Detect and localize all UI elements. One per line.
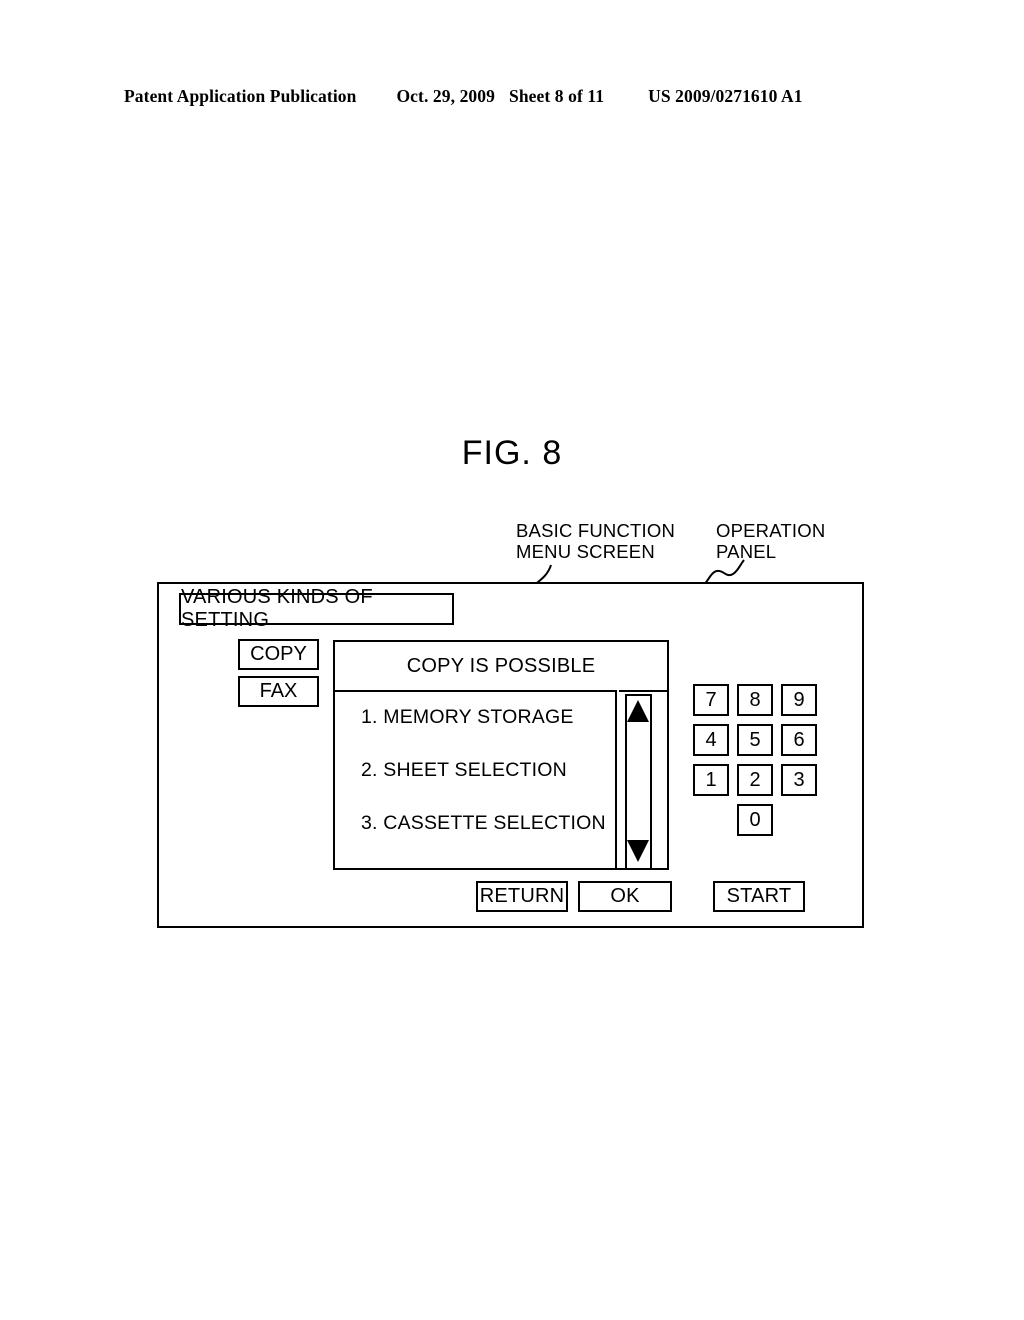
menu-scrollbar[interactable] — [619, 690, 667, 870]
callout-operation-panel: OPERATION PANEL — [716, 520, 826, 562]
ok-button-label: OK — [610, 885, 640, 907]
keypad-row: 7 8 9 — [693, 684, 817, 716]
keypad-row: 1 2 3 — [693, 764, 817, 796]
operation-panel: VARIOUS KINDS OF SETTING COPY FAX COPY I… — [157, 582, 864, 928]
various-kinds-of-setting-box[interactable]: VARIOUS KINDS OF SETTING — [179, 586, 454, 631]
keypad-row: 0 — [693, 804, 817, 836]
return-button[interactable]: RETURN — [476, 881, 568, 912]
key-0[interactable]: 0 — [737, 804, 773, 836]
menu-item-list[interactable]: 1. MEMORY STORAGE 2. SHEET SELECTION 3. … — [335, 690, 617, 870]
copy-mode-button-label: COPY — [250, 643, 307, 665]
menu-item[interactable]: 2. SHEET SELECTION — [361, 759, 615, 782]
various-kinds-of-setting-label: VARIOUS KINDS OF SETTING — [181, 586, 373, 631]
key-2[interactable]: 2 — [737, 764, 773, 796]
menu-item[interactable]: 3. CASSETTE SELECTION — [361, 812, 615, 835]
menu-item[interactable]: 1. MEMORY STORAGE — [361, 706, 615, 729]
patent-page-header: Patent Application Publication Oct. 29, … — [124, 86, 900, 114]
key-7[interactable]: 7 — [693, 684, 729, 716]
publication-label: Patent Application Publication — [124, 86, 357, 106]
keypad-row: 4 5 6 — [693, 724, 817, 756]
key-3[interactable]: 3 — [781, 764, 817, 796]
callout-basic-function-menu-screen: BASIC FUNCTION MENU SCREEN — [516, 520, 676, 562]
copy-mode-button[interactable]: COPY — [238, 639, 319, 670]
publication-date: Oct. 29, 2009 — [396, 86, 495, 106]
fax-mode-button-label: FAX — [259, 680, 298, 702]
ok-button[interactable]: OK — [578, 881, 672, 912]
figure-title: FIG. 8 — [461, 434, 563, 472]
key-6[interactable]: 6 — [781, 724, 817, 756]
start-button[interactable]: START — [713, 881, 805, 912]
key-8[interactable]: 8 — [737, 684, 773, 716]
start-button-label: START — [726, 885, 792, 907]
basic-function-menu-screen: COPY IS POSSIBLE 1. MEMORY STORAGE 2. SH… — [333, 640, 669, 870]
sheet-number: Sheet 8 of 11 — [508, 86, 605, 106]
key-9[interactable]: 9 — [781, 684, 817, 716]
fax-mode-button[interactable]: FAX — [238, 676, 319, 707]
menu-status-title: COPY IS POSSIBLE — [335, 642, 667, 690]
numeric-keypad: 7 8 9 4 5 6 1 2 3 0 — [693, 684, 817, 844]
key-1[interactable]: 1 — [693, 764, 729, 796]
patent-number: US 2009/0271610 A1 — [648, 86, 803, 106]
menu-status-title-label: COPY IS POSSIBLE — [406, 654, 596, 677]
scroll-down-arrow-icon[interactable] — [627, 840, 649, 862]
return-button-label: RETURN — [479, 885, 565, 907]
scroll-up-arrow-icon[interactable] — [627, 700, 649, 722]
key-5[interactable]: 5 — [737, 724, 773, 756]
key-4[interactable]: 4 — [693, 724, 729, 756]
